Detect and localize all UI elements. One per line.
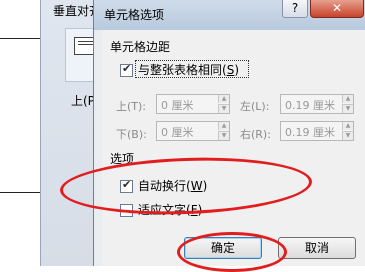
table-border-line bbox=[0, 38, 40, 39]
right-margin-label: 右(R): bbox=[240, 128, 271, 141]
dialog-titlebar[interactable]: 单元格选项 ? ✕ bbox=[94, 0, 365, 30]
top-margin-spinner[interactable]: 0 厘米 ▲ ▼ bbox=[156, 94, 230, 114]
table-border-line bbox=[0, 192, 40, 193]
close-button[interactable]: ✕ bbox=[310, 0, 364, 18]
spin-up-icon[interactable]: ▲ bbox=[218, 95, 229, 103]
spin-down-icon[interactable]: ▼ bbox=[218, 131, 229, 140]
cancel-button[interactable]: 取消 bbox=[278, 237, 356, 259]
spin-up-icon[interactable]: ▲ bbox=[218, 122, 229, 130]
left-margin-label: 左(L): bbox=[240, 100, 270, 113]
cell-margins-group-label: 单元格边距 bbox=[110, 40, 171, 54]
help-button[interactable]: ? bbox=[282, 0, 308, 18]
left-margin-spinner[interactable]: 0.19 厘米 ▲ ▼ bbox=[280, 94, 354, 114]
cell-options-dialog: 单元格选项 ? ✕ 单元格边距 ✔ 与整张表格相同(S) 上(T): 0 厘米 … bbox=[93, 0, 365, 266]
spin-down-icon[interactable]: ▼ bbox=[342, 131, 353, 140]
spin-down-icon[interactable]: ▼ bbox=[218, 104, 229, 113]
bottom-margin-label: 下(B): bbox=[116, 128, 147, 141]
spin-down-icon[interactable]: ▼ bbox=[342, 104, 353, 113]
document-margin-strip bbox=[0, 0, 40, 266]
spin-up-icon[interactable]: ▲ bbox=[342, 122, 353, 130]
dialog-body: 单元格边距 ✔ 与整张表格相同(S) 上(T): 0 厘米 ▲ ▼ 左(L): … bbox=[102, 30, 365, 266]
dialog-title: 单元格选项 bbox=[104, 8, 165, 22]
top-margin-value: 0 厘米 bbox=[161, 99, 194, 112]
align-top-label: 上(P bbox=[71, 94, 95, 108]
right-margin-spinner[interactable]: 0.19 厘米 ▲ ▼ bbox=[280, 121, 354, 141]
left-margin-value: 0.19 厘米 bbox=[285, 99, 335, 112]
top-margin-label: 上(T): bbox=[116, 100, 147, 113]
same-as-table-label[interactable]: 与整张表格相同(S) bbox=[138, 61, 239, 78]
annotation-ellipse-ok-button bbox=[177, 232, 287, 272]
same-as-table-checkbox[interactable]: ✔ bbox=[120, 62, 133, 77]
right-margin-value: 0.19 厘米 bbox=[285, 126, 335, 139]
checkmark-icon: ✔ bbox=[122, 62, 132, 75]
bottom-margin-value: 0 厘米 bbox=[161, 126, 194, 139]
bottom-margin-spinner[interactable]: 0 厘米 ▲ ▼ bbox=[156, 121, 230, 141]
spin-up-icon[interactable]: ▲ bbox=[342, 95, 353, 103]
